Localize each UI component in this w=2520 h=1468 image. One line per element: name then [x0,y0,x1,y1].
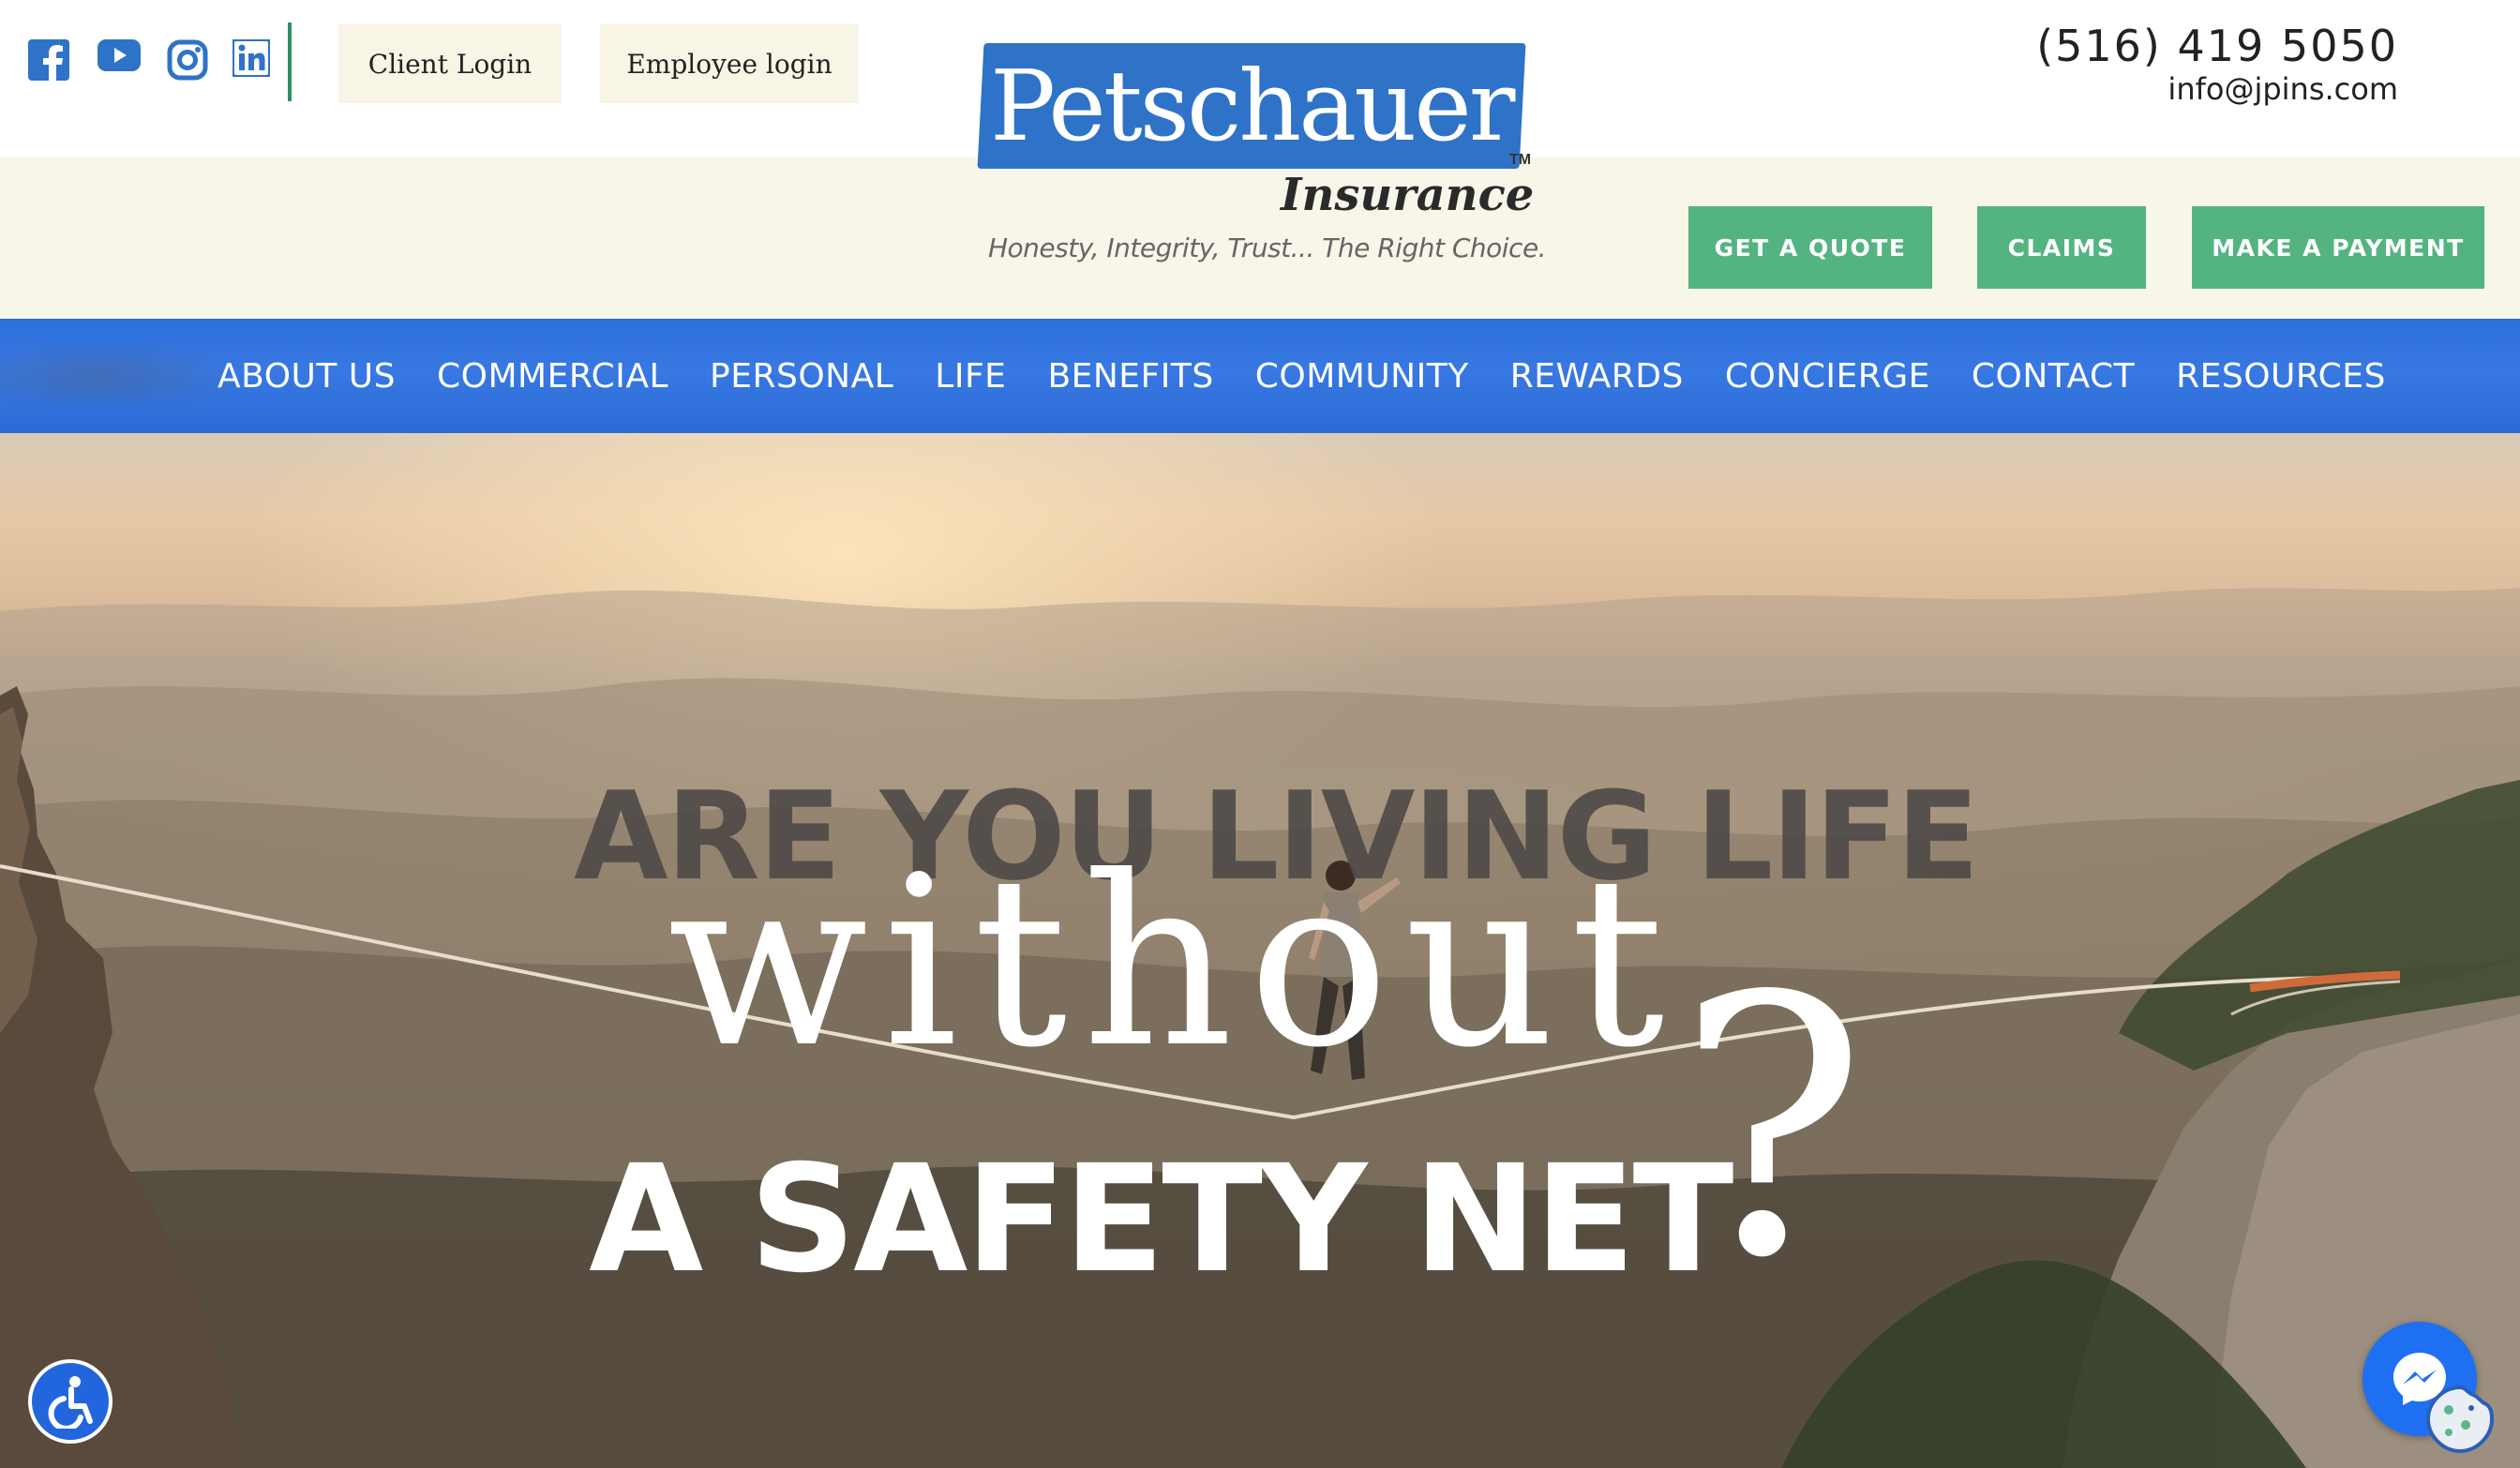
nav-list: ABOUT US COMMERCIAL PERSONAL LIFE BENEFI… [218,319,2427,433]
logo[interactable]: Petschauer [977,43,1526,169]
client-login-button[interactable]: Client Login [338,24,562,103]
logo-tagline: Honesty, Integrity, Trust... The Right C… [988,232,1547,263]
nav-item-contact[interactable]: CONTACT [1972,357,2135,396]
logo-name: Petschauer [990,49,1513,163]
accessibility-icon[interactable] [28,1359,112,1444]
get-a-quote-button[interactable]: GET A QUOTE [1688,206,1932,289]
nav-item-rewards[interactable]: REWARDS [1510,357,1684,396]
logo-trademark: TM [1509,152,1532,168]
make-a-payment-button[interactable]: MAKE A PAYMENT [2192,206,2484,289]
main-nav: ABOUT US COMMERCIAL PERSONAL LIFE BENEFI… [0,319,2520,433]
phone-link[interactable]: (516) 419 5050 [2036,21,2398,71]
nav-item-benefits[interactable]: BENEFITS [1047,357,1213,396]
nav-item-commercial[interactable]: COMMERCIAL [437,357,668,396]
nav-background-cloud [0,337,244,403]
nav-item-concierge[interactable]: CONCIERGE [1725,357,1930,396]
youtube-icon[interactable] [98,39,141,71]
instagram-icon[interactable] [167,39,208,81]
logo-subtitle: Insurance [1281,169,1535,221]
social-divider [288,22,292,101]
cookie-icon[interactable] [2424,1384,2496,1455]
linkedin-icon[interactable] [232,39,270,77]
nav-item-life[interactable]: LIFE [935,357,1006,396]
hero-headline-line2: without [668,826,1680,1099]
email-link[interactable]: info@jpins.com [2168,71,2398,107]
hero-question-mark: ? [1676,921,1868,1336]
nav-item-personal[interactable]: PERSONAL [710,357,893,396]
employee-login-button[interactable]: Employee login [600,24,859,103]
hero-headline-line3: A SAFETY NET [589,1133,1733,1306]
nav-item-about-us[interactable]: ABOUT US [218,357,396,396]
nav-item-resources[interactable]: RESOURCES [2176,357,2386,396]
facebook-icon[interactable] [28,39,69,81]
nav-item-community[interactable]: COMMUNITY [1255,357,1469,396]
hero-banner: ARE YOU LIVING LIFE without A SAFETY NET… [0,433,2520,1468]
claims-button[interactable]: CLAIMS [1977,206,2146,289]
